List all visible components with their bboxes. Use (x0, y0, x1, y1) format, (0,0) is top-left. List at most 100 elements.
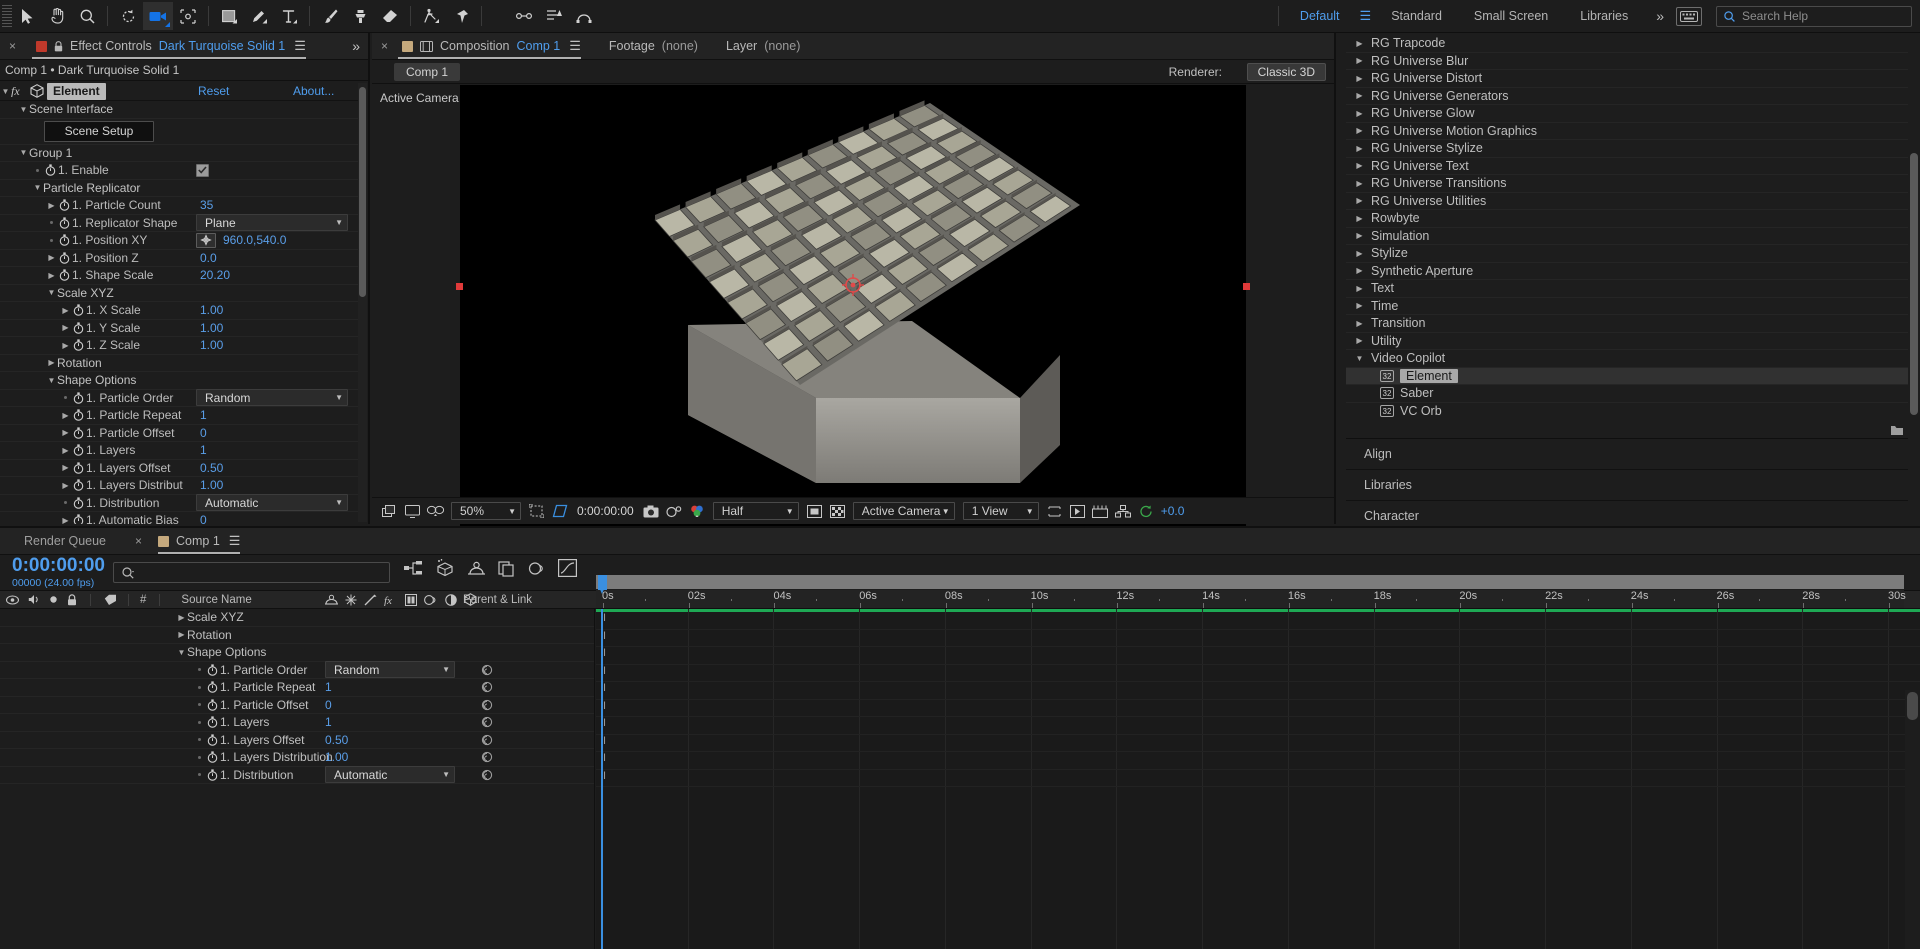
property-value[interactable]: 1.00 (200, 478, 223, 492)
timeline-icon[interactable] (1089, 500, 1112, 523)
property-value[interactable]: 35 (200, 198, 213, 212)
track-row[interactable]: I (596, 682, 1920, 700)
effect-category[interactable]: ▶ RG Universe Generators (1346, 88, 1908, 105)
pixel-aspect-icon[interactable] (1043, 500, 1066, 523)
chevron-right-icon[interactable]: ▶ (1354, 319, 1365, 328)
text-align-tool[interactable] (539, 2, 569, 30)
timeline-property-row[interactable]: 1. Particle Repeat 1 (0, 679, 594, 697)
stopwatch-icon[interactable] (205, 734, 220, 746)
lock-icon[interactable] (54, 40, 63, 52)
new-folder-icon[interactable] (1890, 422, 1904, 436)
3d-glasses-icon[interactable] (424, 500, 447, 523)
workspace-libraries[interactable]: Libraries (1564, 0, 1644, 33)
mask-tool[interactable] (569, 2, 599, 30)
effect-category[interactable]: ▶ RG Universe Utilities (1346, 193, 1908, 210)
panel-menu-icon[interactable]: ☰ (294, 38, 306, 54)
hand-tool[interactable] (42, 2, 72, 30)
type-tool[interactable] (274, 2, 304, 30)
effect-category[interactable]: ▶ RG Universe Motion Graphics (1346, 123, 1908, 140)
renderer-button[interactable]: Classic 3D (1246, 62, 1326, 81)
lock-icon[interactable] (67, 593, 77, 606)
solo-icon[interactable] (49, 595, 58, 604)
stopwatch-icon[interactable] (57, 269, 72, 281)
work-area-bar[interactable] (596, 575, 1904, 589)
property-value[interactable]: 0.50 (200, 461, 223, 475)
chevron-right-icon[interactable]: ▶ (1354, 231, 1365, 240)
close-icon[interactable]: × (381, 39, 388, 53)
region-interest-toggle-icon[interactable] (803, 500, 826, 523)
property-group-row[interactable]: ▼ Shape Options (0, 372, 358, 390)
chevron-right-icon[interactable]: ▶ (1354, 161, 1365, 170)
collapsed-panel-libraries[interactable]: Libraries (1346, 470, 1908, 501)
chevron-right-icon[interactable]: ▶ (1354, 179, 1365, 188)
chevron-right-icon[interactable]: ▶ (46, 271, 57, 280)
chevron-right-icon[interactable]: ▶ (60, 428, 71, 437)
track-row[interactable]: I (596, 630, 1920, 647)
track-row[interactable]: I (596, 665, 1920, 682)
views-select[interactable]: 1 View ▼ (962, 502, 1039, 520)
property-row[interactable]: 1. Enable (0, 162, 358, 180)
workspace-default[interactable]: Default (1284, 0, 1356, 33)
chevron-right-icon[interactable]: ▶ (1354, 74, 1365, 83)
property-dropdown[interactable]: Automatic ▼ (325, 766, 455, 784)
scene-setup-button[interactable]: Scene Setup (44, 120, 154, 142)
selection-tool[interactable] (12, 2, 42, 30)
puppet-pin-tool[interactable] (446, 2, 476, 30)
chevron-right-icon[interactable]: ▶ (1354, 301, 1365, 310)
effect-category[interactable]: ▶ RG Universe Stylize (1346, 140, 1908, 158)
chevron-right-icon[interactable]: ▶ (1354, 56, 1365, 65)
track-row[interactable]: I (596, 752, 1920, 770)
stopwatch-icon[interactable] (57, 217, 72, 229)
effect-category[interactable]: ▶ Time (1346, 298, 1908, 315)
property-group-row[interactable]: ▼ Particle Replicator (0, 180, 358, 197)
property-row[interactable]: ▶ 1. Automatic Bias 0 (0, 512, 358, 524)
composition-mini-flowchart-icon[interactable] (404, 560, 423, 580)
stopwatch-icon[interactable] (71, 427, 86, 439)
scrollbar-thumb[interactable] (359, 87, 366, 297)
tab-composition[interactable]: × Composition Comp 1 ☰ (372, 33, 595, 60)
effect-item[interactable]: 32 Element (1346, 367, 1908, 385)
shy-icon[interactable] (325, 594, 338, 606)
magnification-select[interactable]: 50% ▼ (451, 502, 521, 520)
panel-menu-icon[interactable]: ☰ (229, 533, 241, 549)
zoom-tool[interactable] (72, 2, 102, 30)
scrollbar-thumb[interactable] (1910, 153, 1918, 415)
close-icon[interactable]: × (135, 534, 142, 548)
always-preview-icon[interactable] (378, 500, 401, 523)
chevron-right-icon[interactable]: ▶ (176, 613, 187, 622)
fast-previews-icon[interactable] (1066, 500, 1089, 523)
keyframe-navigator-icon[interactable] (478, 734, 495, 746)
chevron-right-icon[interactable]: ▶ (176, 630, 187, 639)
chevron-right-icon[interactable]: ▶ (60, 481, 71, 490)
keyframe-navigator-icon[interactable] (478, 699, 495, 711)
workspace-overflow-icon[interactable]: » (1644, 8, 1676, 24)
property-row[interactable]: ▶ 1. Particle Count 35 (0, 197, 358, 215)
motion-blur-col-icon[interactable] (424, 594, 438, 606)
property-dropdown[interactable]: Random ▼ (325, 661, 455, 679)
property-row[interactable]: ▶ 1. Y Scale 1.00 (0, 320, 358, 337)
stopwatch-icon[interactable] (57, 252, 72, 264)
property-value[interactable]: 1 (200, 408, 207, 422)
fx-icon[interactable]: fx (384, 594, 398, 606)
property-group-row[interactable]: ▼ Scene Interface (0, 101, 358, 119)
draft-3d-icon[interactable] (435, 559, 455, 580)
stopwatch-icon[interactable] (71, 322, 86, 334)
property-row[interactable]: 1. Particle Order Random ▼ (0, 389, 358, 407)
stopwatch-icon[interactable] (71, 462, 86, 474)
chevron-down-icon[interactable]: ▼ (32, 183, 43, 192)
collapse-transform-icon[interactable] (345, 594, 357, 606)
chevron-right-icon[interactable]: ▶ (1354, 109, 1365, 118)
show-snapshot-icon[interactable] (663, 500, 686, 523)
stopwatch-icon[interactable] (71, 479, 86, 491)
quality-icon[interactable] (364, 594, 377, 606)
chevron-down-icon[interactable]: ▼ (18, 105, 29, 114)
chevron-down-icon[interactable]: ▼ (0, 87, 11, 96)
chevron-right-icon[interactable]: ▶ (1354, 214, 1365, 223)
tab-comp1-timeline[interactable]: × Comp 1 ☰ (126, 528, 246, 555)
effect-item[interactable]: 32 Saber (1346, 385, 1908, 403)
exposure-reset-icon[interactable] (1135, 500, 1158, 523)
timeline-property-row[interactable]: 1. Particle Order Random ▼ (0, 661, 594, 679)
chevron-right-icon[interactable]: ▶ (46, 253, 57, 262)
property-row[interactable]: ▶ 1. Layers Distribut 1.00 (0, 477, 358, 495)
tab-render-queue[interactable]: Render Queue (0, 528, 126, 555)
